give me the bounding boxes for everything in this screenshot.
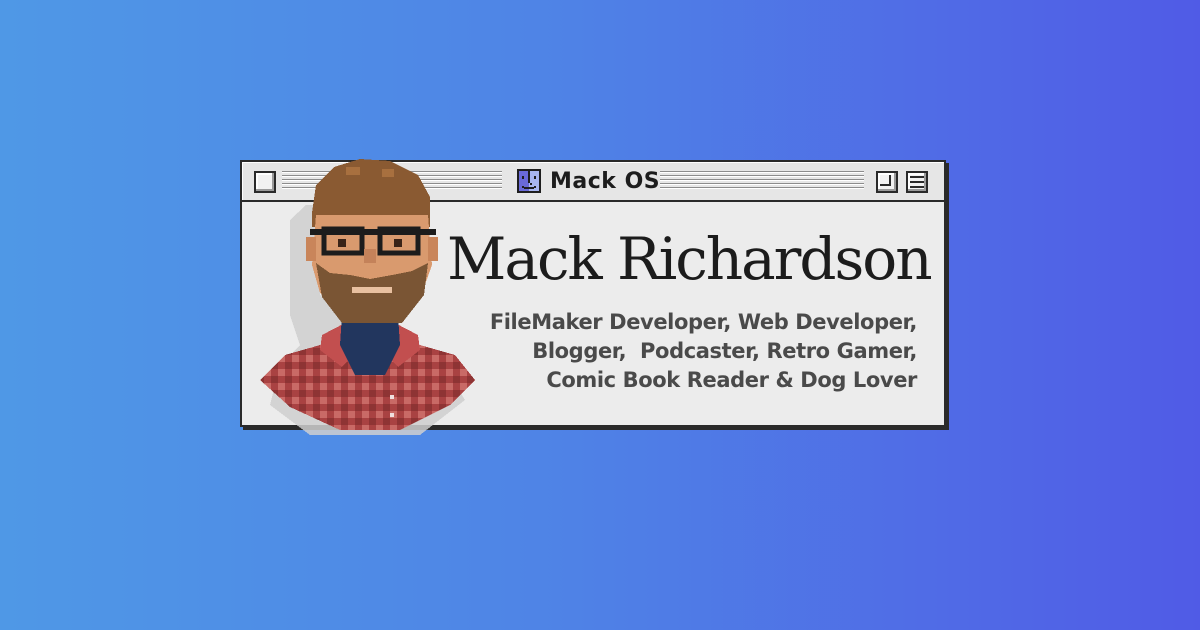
- profile-tagline: FileMaker Developer, Web Developer, Blog…: [417, 308, 918, 395]
- zoom-box-button[interactable]: [876, 171, 898, 193]
- collapse-line: [910, 181, 924, 183]
- collapse-box-button[interactable]: [906, 171, 928, 193]
- avatar-hair-highlight: [346, 167, 360, 175]
- avatar-ear: [428, 237, 438, 261]
- tagline-line: Blogger, Podcaster, Retro Gamer,: [532, 339, 917, 363]
- tagline-line: FileMaker Developer, Web Developer,: [489, 310, 918, 334]
- finder-face-icon: [517, 169, 541, 193]
- avatar-button: [390, 413, 394, 417]
- avatar-hair-highlight: [382, 169, 394, 177]
- pixel-art-avatar: [260, 159, 475, 435]
- profile-name: Mack Richardson: [447, 225, 933, 293]
- avatar-eye: [338, 239, 346, 247]
- tagline-line: Comic Book Reader & Dog Lover: [546, 368, 917, 392]
- collapse-line: [910, 186, 924, 188]
- collapse-line: [910, 176, 924, 178]
- avatar-nose: [364, 249, 376, 263]
- avatar-ear: [306, 237, 316, 261]
- avatar-button: [390, 395, 394, 399]
- avatar-mouth: [352, 287, 392, 293]
- titlebar-stripes-right: [660, 171, 864, 191]
- window-title: Mack OS: [550, 168, 661, 194]
- avatar-eye: [394, 239, 402, 247]
- window-title-group: Mack OS: [508, 165, 669, 197]
- zoom-box-icon: [880, 175, 891, 186]
